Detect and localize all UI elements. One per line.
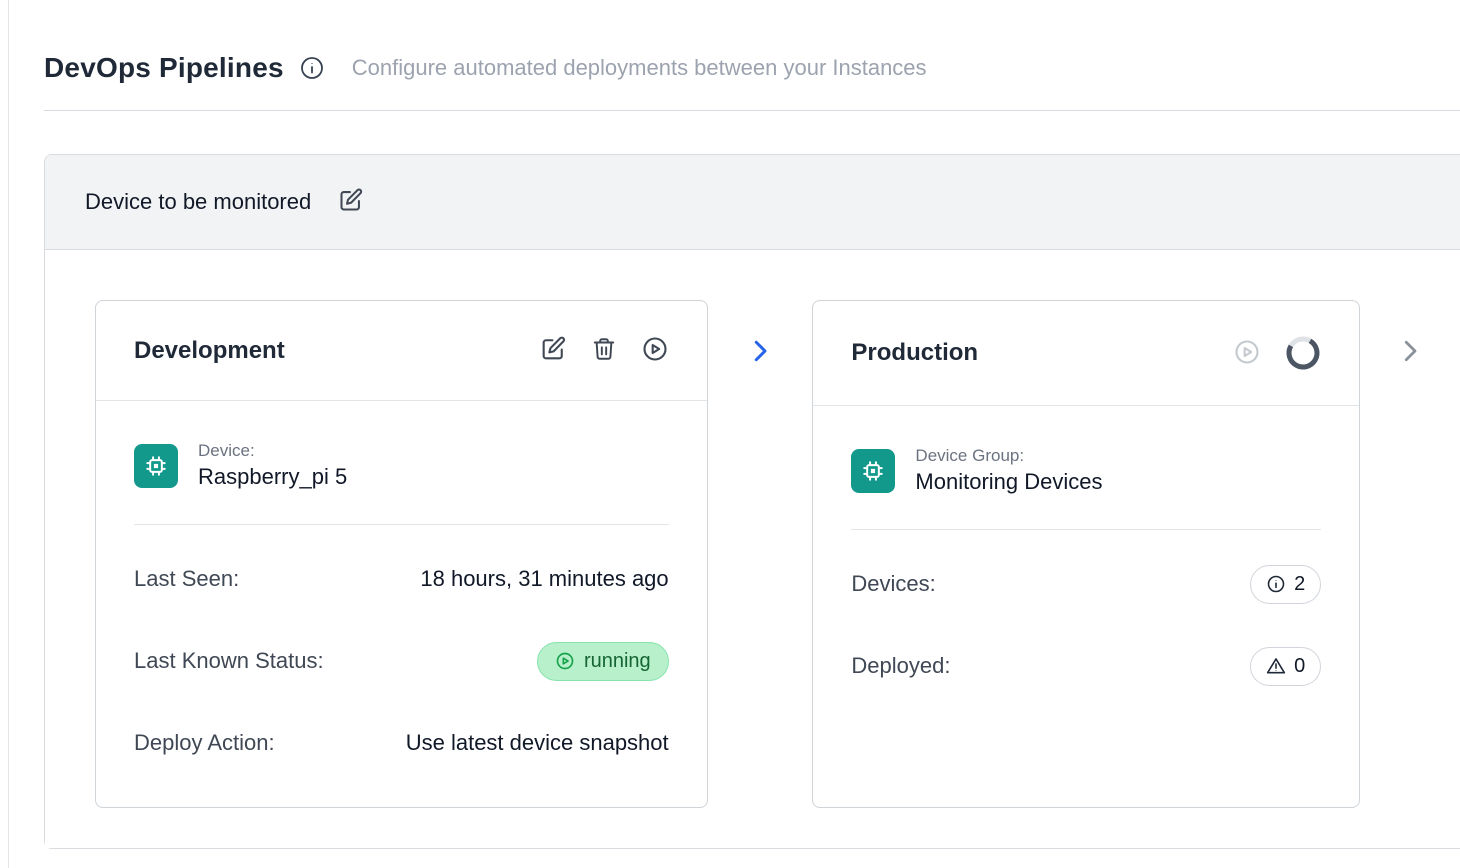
spinner-icon xyxy=(1285,335,1321,371)
last-known-status-label: Last Known Status: xyxy=(134,648,324,674)
production-card-body: Device Group: Monitoring Devices Devices… xyxy=(813,406,1359,807)
device-group-label: Device Group: xyxy=(915,446,1102,466)
development-stage-title: Development xyxy=(134,337,285,365)
main-content: DevOps Pipelines Configure automated dep… xyxy=(0,0,1460,849)
device-name: Raspberry_pi 5 xyxy=(198,464,347,490)
edit-stage-button[interactable] xyxy=(539,335,567,366)
page-subtitle: Configure automated deployments between … xyxy=(352,55,927,81)
last-known-status-row: Last Known Status: running xyxy=(134,641,669,681)
deploy-action-row: Deploy Action: Use latest device snapsho… xyxy=(134,723,669,763)
chevron-right-icon[interactable] xyxy=(1395,336,1425,366)
development-stage-card: Development xyxy=(95,300,708,808)
pipeline-panel-body: Development xyxy=(45,250,1460,848)
pipeline-title: Device to be monitored xyxy=(85,189,311,215)
run-stage-button-disabled[interactable] xyxy=(1233,338,1261,369)
pipeline-panel-header: Device to be monitored xyxy=(45,155,1460,250)
warning-triangle-icon xyxy=(1266,656,1286,676)
last-seen-row: Last Seen: 18 hours, 31 minutes ago xyxy=(134,559,669,599)
header-divider xyxy=(44,110,1460,111)
deploy-action-label: Deploy Action: xyxy=(134,730,275,756)
trash-icon xyxy=(591,335,617,366)
development-card-body: Device: Raspberry_pi 5 Last Seen: 18 hou… xyxy=(96,401,707,807)
chip-icon xyxy=(134,444,178,488)
development-card-actions xyxy=(539,335,669,366)
card-divider xyxy=(851,529,1321,530)
page-header: DevOps Pipelines Configure automated dep… xyxy=(44,52,1460,84)
page-title: DevOps Pipelines xyxy=(44,52,284,84)
development-card-header: Development xyxy=(96,301,707,401)
device-group-info: Device Group: Monitoring Devices xyxy=(915,446,1102,495)
deployed-count: 0 xyxy=(1294,655,1305,678)
chip-icon xyxy=(851,449,895,493)
device-label: Device: xyxy=(198,441,347,461)
devices-count: 2 xyxy=(1294,573,1305,596)
last-seen-label: Last Seen: xyxy=(134,566,239,592)
delete-stage-button[interactable] xyxy=(591,335,617,366)
deployed-count-pill[interactable]: 0 xyxy=(1250,647,1321,686)
page-left-border xyxy=(8,0,9,868)
info-circle-icon[interactable] xyxy=(300,56,324,80)
play-circle-icon xyxy=(641,335,669,366)
devices-row: Devices: 2 xyxy=(851,564,1321,604)
play-circle-icon xyxy=(1233,338,1261,369)
edit-icon xyxy=(337,187,364,217)
pipeline-panel: Device to be monitored Development xyxy=(44,154,1460,849)
play-circle-icon xyxy=(555,651,575,671)
deployed-row: Deployed: 0 xyxy=(851,646,1321,686)
next-stage-connector xyxy=(1360,336,1460,366)
last-seen-value: 18 hours, 31 minutes ago xyxy=(420,566,668,592)
status-badge-label: running xyxy=(584,650,651,673)
card-divider xyxy=(134,524,669,525)
device-group-name: Monitoring Devices xyxy=(915,469,1102,495)
status-badge: running xyxy=(537,642,669,681)
run-stage-button[interactable] xyxy=(641,335,669,366)
deploy-action-value: Use latest device snapshot xyxy=(406,730,669,756)
production-stage-card: Production xyxy=(812,300,1360,808)
info-circle-icon xyxy=(1266,574,1286,594)
devices-count-pill[interactable]: 2 xyxy=(1250,565,1321,604)
device-row: Device: Raspberry_pi 5 xyxy=(134,441,669,490)
stage-connector xyxy=(708,336,813,366)
chevron-right-icon[interactable] xyxy=(745,336,775,366)
production-card-actions xyxy=(1233,335,1321,371)
edit-icon xyxy=(539,335,567,366)
device-group-row: Device Group: Monitoring Devices xyxy=(851,446,1321,495)
deployed-label: Deployed: xyxy=(851,653,950,679)
device-info: Device: Raspberry_pi 5 xyxy=(198,441,347,490)
production-card-header: Production xyxy=(813,301,1359,406)
devices-label: Devices: xyxy=(851,571,935,597)
edit-pipeline-button[interactable] xyxy=(337,187,364,217)
production-stage-title: Production xyxy=(851,339,978,367)
